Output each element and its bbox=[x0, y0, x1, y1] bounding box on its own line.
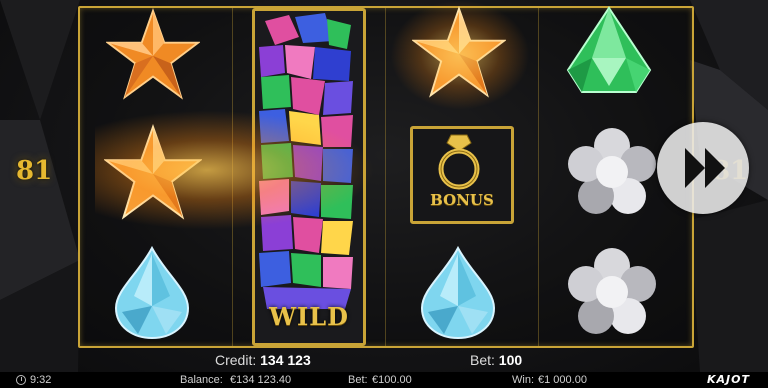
ways-count-left: 81 bbox=[16, 156, 53, 186]
clock-time: 9:32 bbox=[30, 374, 52, 386]
balance-value: €134 123.40 bbox=[230, 374, 292, 386]
credit-display: Credit: 134 123 bbox=[215, 352, 311, 368]
bonus-label: BONUS bbox=[430, 191, 494, 209]
brand-logo: KAJOT bbox=[707, 373, 750, 386]
spin-button[interactable] bbox=[657, 122, 749, 214]
clock-icon bbox=[16, 375, 26, 385]
orange-star-symbol bbox=[106, 8, 200, 100]
win-value: €1 000.00 bbox=[538, 374, 587, 386]
silver-flower-symbol bbox=[568, 248, 656, 334]
bonus-symbol: BONUS bbox=[410, 126, 514, 224]
bet-label: Bet: bbox=[470, 352, 495, 368]
fast-forward-icon bbox=[685, 148, 725, 188]
wild-symbol-stack: WILD bbox=[252, 8, 366, 346]
blue-teardrop-symbol bbox=[420, 246, 496, 340]
orange-star-symbol bbox=[104, 124, 202, 220]
status-bar: 9:32 Balance: €134 123.40 Bet: €100.00 W… bbox=[0, 372, 768, 388]
green-trillion-symbol bbox=[566, 6, 652, 93]
info-row: Credit: 134 123 Bet: 100 bbox=[0, 352, 768, 370]
bet-value: 100 bbox=[498, 352, 523, 368]
credit-label: Credit: bbox=[215, 352, 257, 368]
win-label: Win: bbox=[512, 374, 534, 386]
gem-pile-graphic bbox=[259, 13, 353, 309]
status-bet-label: Bet: bbox=[348, 374, 368, 386]
bet-display: Bet: 100 bbox=[470, 352, 522, 368]
silver-flower-symbol bbox=[568, 128, 656, 214]
wild-label: WILD bbox=[269, 302, 349, 331]
balance-label: Balance: bbox=[180, 374, 223, 386]
status-bet-value: €100.00 bbox=[372, 374, 412, 386]
blue-teardrop-symbol bbox=[114, 246, 190, 340]
orange-star-symbol bbox=[412, 6, 506, 98]
gold-ring-icon bbox=[438, 134, 480, 190]
credit-value: 134 123 bbox=[260, 352, 311, 368]
